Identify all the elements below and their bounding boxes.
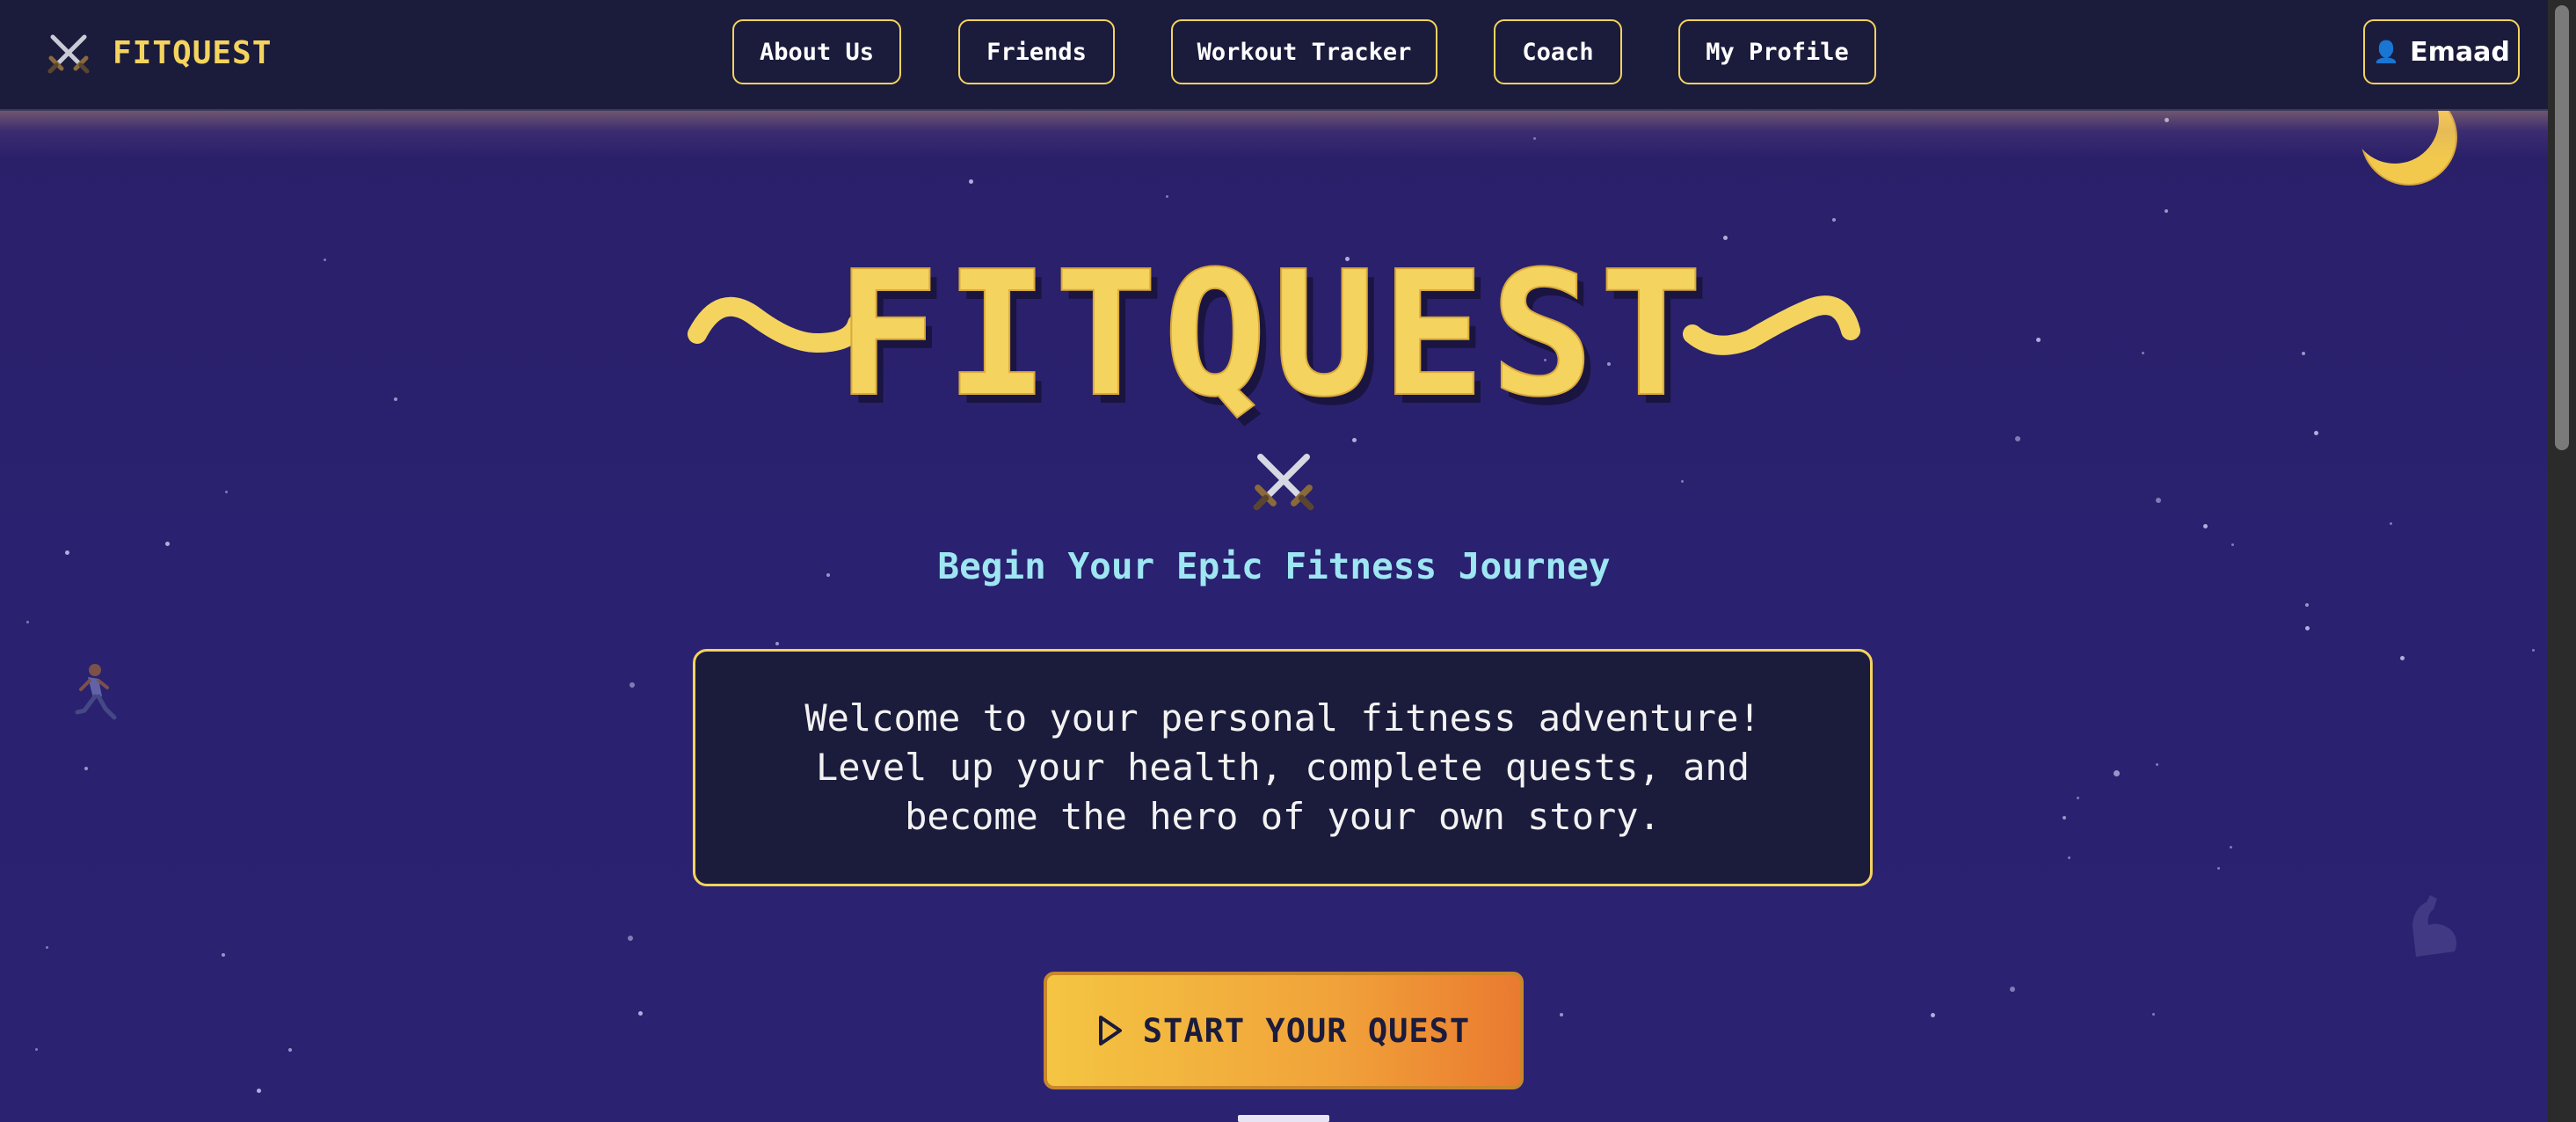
start-quest-button[interactable]: START YOUR QUEST [1044, 972, 1524, 1089]
star [1560, 1013, 1563, 1016]
star [2156, 763, 2158, 766]
star [2114, 770, 2120, 776]
nav-coach-button[interactable]: Coach [1494, 19, 1622, 84]
crossed-swords-icon [1253, 454, 1314, 511]
star [225, 491, 228, 493]
star [46, 946, 48, 949]
star [629, 682, 635, 688]
brand[interactable]: FITQUEST [46, 26, 272, 79]
star [1166, 195, 1168, 198]
star [2068, 856, 2070, 859]
play-icon [1098, 1016, 1122, 1046]
start-quest-label: START YOUR QUEST [1142, 1011, 1471, 1050]
star [2230, 846, 2232, 849]
navbar-glow [0, 109, 2548, 158]
flexed-arm-icon [2412, 895, 2456, 957]
star [2165, 209, 2168, 213]
star [222, 953, 225, 957]
welcome-text: Welcome to your personal fitness adventu… [804, 696, 1761, 838]
star [2077, 797, 2079, 799]
scrollbar-thumb[interactable] [2555, 5, 2569, 450]
right-tilde-ornament [1683, 295, 1860, 355]
hero-title: FITQUEST FITQUEST [0, 255, 2548, 431]
star [2314, 431, 2318, 435]
star [2532, 649, 2535, 652]
star [1832, 218, 1836, 222]
nav-my-profile-button[interactable]: My Profile [1678, 19, 1876, 84]
page: FITQUEST About Us Friends Workout Tracke… [0, 0, 2576, 1122]
star [2063, 816, 2066, 820]
star [1931, 1013, 1935, 1017]
star [1681, 480, 1684, 483]
star [26, 621, 29, 623]
star [35, 1048, 38, 1051]
left-tilde-ornament [688, 296, 867, 353]
star [257, 1089, 261, 1093]
user-icon: 👤 [2373, 40, 2400, 64]
star [638, 1011, 643, 1016]
top-navbar: FITQUEST About Us Friends Workout Tracke… [0, 0, 2548, 111]
star [2390, 522, 2392, 525]
user-name: Emaad [2410, 36, 2510, 68]
runner-icon [75, 664, 117, 720]
scroll-indicator [1238, 1115, 1329, 1122]
star [1352, 438, 1357, 442]
star [84, 767, 88, 770]
crossed-swords-icon [47, 34, 90, 74]
brand-name: FITQUEST [113, 34, 273, 71]
star [969, 179, 973, 184]
page-scrollbar[interactable] [2548, 0, 2576, 1122]
star [2217, 867, 2220, 870]
hero-title-text: FITQUEST [836, 255, 1708, 431]
star [2015, 436, 2020, 441]
star [2400, 656, 2405, 660]
star [2203, 524, 2208, 528]
hero-title-graphic: FITQUEST FITQUEST [688, 255, 1860, 431]
star [2305, 626, 2310, 630]
star [775, 642, 779, 645]
star [2152, 1013, 2155, 1016]
star [2010, 987, 2015, 992]
user-profile-button[interactable]: 👤 Emaad [2363, 19, 2520, 84]
nav-workout-tracker-button[interactable]: Workout Tracker [1171, 19, 1437, 84]
nav-about-us-button[interactable]: About Us [732, 19, 901, 84]
welcome-card: Welcome to your personal fitness adventu… [693, 649, 1873, 886]
hero-subtitle: Begin Your Epic Fitness Journey [937, 545, 1611, 587]
star [628, 936, 633, 941]
star [2305, 603, 2309, 607]
star [288, 1048, 292, 1052]
star [1723, 236, 1728, 240]
star [2156, 498, 2161, 503]
nav-friends-button[interactable]: Friends [958, 19, 1115, 84]
